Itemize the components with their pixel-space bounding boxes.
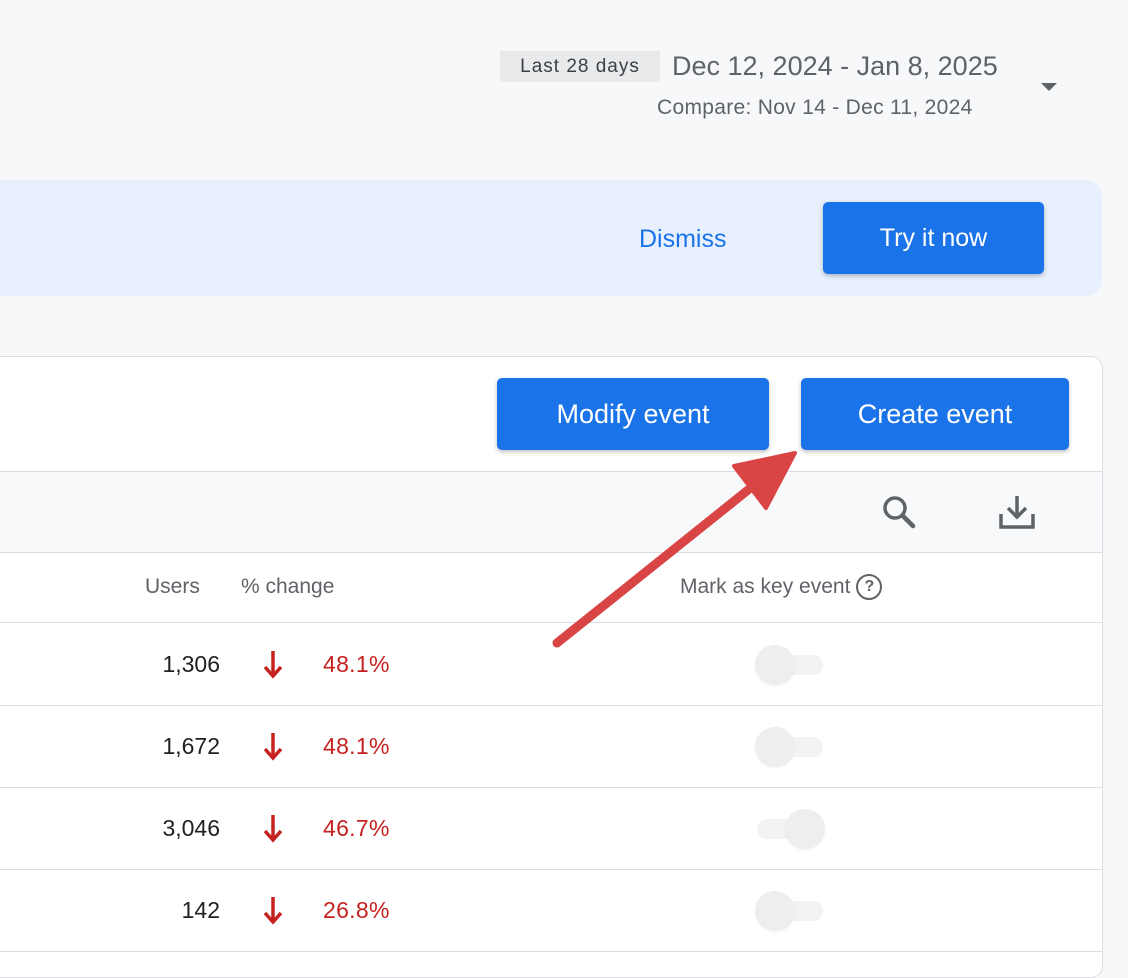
users-value: 1,306 (162, 651, 220, 677)
table-row: 1,306 48.1% (0, 623, 1102, 706)
toggle-knob (755, 891, 795, 931)
key-event-toggle[interactable] (755, 809, 825, 849)
arrow-down-icon (263, 651, 283, 679)
arrow-down-icon (263, 815, 283, 843)
users-column-header[interactable]: Users (145, 574, 200, 600)
caret-down-icon[interactable] (1041, 83, 1057, 91)
try-it-now-button[interactable]: Try it now (823, 202, 1044, 274)
users-value: 142 (181, 897, 220, 923)
date-preset-chip: Last 28 days (500, 51, 660, 82)
events-card: Modify event Create event Users % change… (0, 356, 1103, 978)
users-value: 3,046 (162, 815, 220, 841)
toggle-knob (785, 809, 825, 849)
change-column-header[interactable]: % change (241, 574, 334, 600)
dismiss-button[interactable]: Dismiss (639, 222, 727, 256)
key-event-toggle[interactable] (755, 727, 825, 767)
arrow-down-icon (263, 733, 283, 761)
table-row: 1,672 48.1% (0, 705, 1102, 788)
help-icon[interactable]: ? (856, 574, 883, 600)
date-range-selector[interactable]: Dec 12, 2024 - Jan 8, 2025 (672, 48, 998, 84)
change-value: 48.1% (323, 733, 390, 759)
key-event-header-label: Mark as key event (680, 575, 851, 598)
table-row: 3,046 46.7% (0, 787, 1102, 870)
download-icon[interactable] (997, 492, 1037, 532)
compare-range: Compare: Nov 14 - Dec 11, 2024 (657, 96, 973, 119)
table-toolbar (0, 471, 1102, 553)
change-value: 48.1% (323, 651, 390, 677)
key-event-toggle[interactable] (755, 645, 825, 685)
key-event-column-header: Mark as key event ? (680, 574, 883, 600)
search-icon[interactable] (879, 492, 919, 532)
change-value: 26.8% (323, 897, 390, 923)
create-event-button[interactable]: Create event (801, 378, 1069, 450)
modify-event-button[interactable]: Modify event (497, 378, 769, 450)
date-preset-label: Last 28 days (520, 55, 640, 77)
users-value: 1,672 (162, 733, 220, 759)
table-row: 142 26.8% (0, 869, 1102, 952)
key-event-toggle[interactable] (755, 891, 825, 931)
table-header: Users % change Mark as key event ? (0, 552, 1102, 623)
toggle-knob (755, 645, 795, 685)
toggle-knob (755, 727, 795, 767)
arrow-down-icon (263, 897, 283, 925)
change-value: 46.7% (323, 815, 390, 841)
